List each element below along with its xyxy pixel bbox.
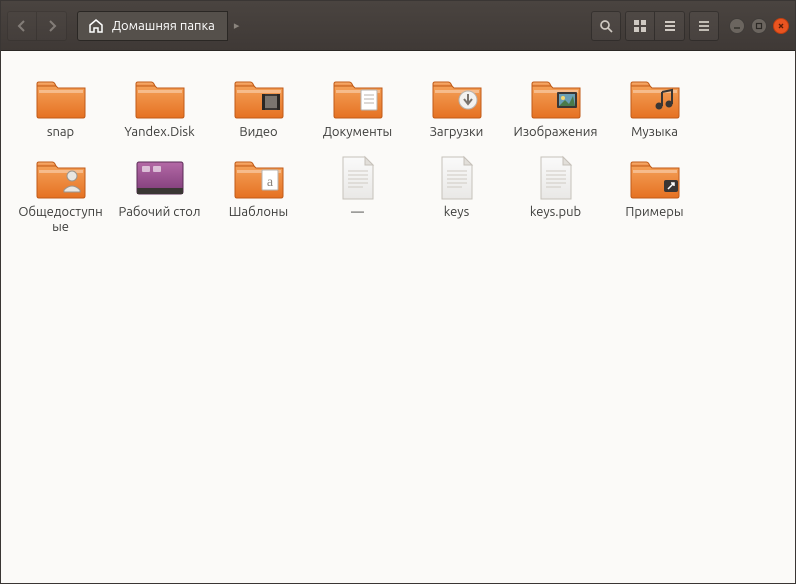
- item-label: Музыка: [631, 125, 678, 141]
- folder-item[interactable]: Документы: [310, 69, 405, 145]
- item-label: Изображения: [514, 125, 598, 141]
- view-grid-button[interactable]: [625, 11, 655, 41]
- close-icon: [777, 22, 785, 30]
- path-separator-icon: ▸: [228, 19, 246, 32]
- item-label: Документы: [323, 125, 392, 141]
- folder-icon: [526, 73, 586, 123]
- icon-view[interactable]: snap Yandex.Disk Видео Документы Загрузк…: [1, 51, 795, 583]
- item-label: Шаблоны: [229, 205, 288, 221]
- file-item[interactable]: —: [310, 149, 405, 240]
- item-label: Загрузки: [430, 125, 484, 141]
- list-icon: [663, 19, 677, 33]
- search-button[interactable]: [591, 11, 621, 41]
- folder-icon: [328, 73, 388, 123]
- folder-item[interactable]: Рабочий стол: [112, 149, 207, 240]
- item-label: Видео: [239, 125, 277, 141]
- item-label: keys: [444, 205, 469, 221]
- folder-item[interactable]: Загрузки: [409, 69, 504, 145]
- file-icon: [526, 153, 586, 203]
- close-button[interactable]: [773, 18, 789, 34]
- search-icon: [599, 19, 613, 33]
- forward-button[interactable]: [37, 11, 67, 41]
- folder-item[interactable]: Музыка: [607, 69, 702, 145]
- hamburger-icon: [697, 19, 711, 33]
- path-label: Домашняя папка: [112, 19, 215, 33]
- path-home-button[interactable]: Домашняя папка: [77, 11, 228, 41]
- desktop-icon: [130, 153, 190, 203]
- folder-item[interactable]: Примеры: [607, 149, 702, 240]
- minimize-button[interactable]: [729, 18, 745, 34]
- file-item[interactable]: keys.pub: [508, 149, 603, 240]
- folder-icon: [229, 73, 289, 123]
- minimize-icon: [733, 22, 741, 30]
- item-label: keys.pub: [530, 205, 581, 221]
- folder-item[interactable]: a Шаблоны: [211, 149, 306, 240]
- folder-item[interactable]: snap: [13, 69, 108, 145]
- file-item[interactable]: keys: [409, 149, 504, 240]
- folder-icon: [31, 73, 91, 123]
- item-label: snap: [47, 125, 74, 141]
- maximize-button[interactable]: [751, 18, 767, 34]
- chevron-right-icon: [46, 20, 58, 32]
- grid-icon: [633, 19, 647, 33]
- svg-text:a: a: [266, 175, 273, 190]
- file-icon: [328, 153, 388, 203]
- maximize-icon: [755, 22, 763, 30]
- item-label: Примеры: [625, 205, 683, 221]
- folder-icon: [31, 153, 91, 203]
- folder-icon: [625, 73, 685, 123]
- folder-icon: a: [229, 153, 289, 203]
- item-label: —: [351, 205, 364, 221]
- item-label: Yandex.Disk: [124, 125, 194, 141]
- nav-buttons: [7, 11, 67, 41]
- view-list-button[interactable]: [655, 11, 685, 41]
- file-icon: [427, 153, 487, 203]
- folder-item[interactable]: Общедоступные: [13, 149, 108, 240]
- menu-button[interactable]: [689, 11, 719, 41]
- item-label: Рабочий стол: [119, 205, 201, 221]
- chevron-left-icon: [16, 20, 28, 32]
- folder-icon: [625, 153, 685, 203]
- item-label: Общедоступные: [15, 205, 107, 236]
- folder-item[interactable]: Изображения: [508, 69, 603, 145]
- folder-icon: [130, 73, 190, 123]
- home-icon: [88, 18, 104, 34]
- folder-item[interactable]: Видео: [211, 69, 306, 145]
- back-button[interactable]: [7, 11, 37, 41]
- pathbar: Домашняя папка ▸: [77, 9, 245, 43]
- window-controls: [729, 18, 789, 34]
- folder-item[interactable]: Yandex.Disk: [112, 69, 207, 145]
- folder-icon: [427, 73, 487, 123]
- toolbar: Домашняя папка ▸: [1, 1, 795, 51]
- file-manager-window: Домашняя папка ▸: [0, 0, 796, 584]
